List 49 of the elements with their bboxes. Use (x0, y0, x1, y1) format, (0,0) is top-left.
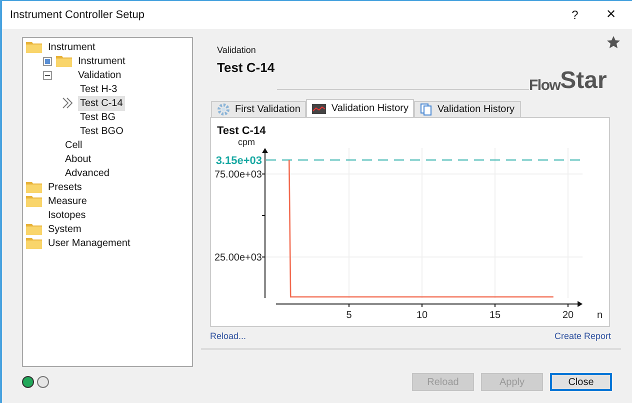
pointer-icon (62, 97, 72, 109)
tree-item[interactable]: Instrument (46, 40, 98, 54)
tree-item[interactable]: Presets (46, 180, 84, 194)
tick-label: 25.00e+03 (214, 252, 262, 264)
folder-icon (26, 223, 42, 235)
axis-label: n (597, 310, 603, 321)
tree-item[interactable]: Validation (76, 68, 124, 82)
close-button[interactable]: × (590, 3, 632, 27)
section-label: Validation (217, 44, 257, 57)
tree-item[interactable]: Measure (46, 194, 89, 208)
tick-label: 5 (346, 310, 352, 321)
help-button[interactable]: ? (560, 6, 590, 24)
tree-item[interactable]: Instrument (76, 54, 128, 68)
axis-label: cpm (238, 137, 256, 147)
chart-icon (312, 104, 326, 114)
tick-label: 75.00e+03 (214, 170, 262, 180)
logo: FlowStar (529, 44, 621, 99)
tree-item[interactable]: User Management (46, 236, 132, 250)
collapse-toggle[interactable] (43, 70, 52, 80)
dialog-button[interactable]: Close (550, 373, 612, 391)
tree-item[interactable]: Cell (63, 138, 84, 152)
folder-icon (26, 195, 42, 207)
reload-link[interactable]: Reload... (210, 330, 246, 344)
create-report-link[interactable]: Create Report (554, 330, 611, 344)
tree-item[interactable]: Test BGO (78, 124, 126, 138)
tree-item[interactable]: Isotopes (46, 208, 88, 222)
folder-icon (26, 237, 42, 249)
tree-item[interactable]: Test BG (78, 110, 118, 124)
folder-icon (56, 55, 72, 67)
tab[interactable]: Validation History (306, 99, 414, 117)
page-title: Test C-14 (217, 58, 276, 76)
tree-item[interactable]: Test H-3 (78, 82, 120, 96)
tree-item[interactable]: Test C-14 (78, 96, 125, 110)
tab[interactable]: First Validation (211, 101, 306, 117)
tick-label: 15 (489, 310, 501, 321)
tab[interactable]: Validation History (414, 101, 521, 117)
gear-icon (217, 103, 230, 116)
folder-icon (26, 41, 42, 53)
folder-icon (26, 181, 42, 193)
tick-label: 20 (562, 310, 574, 321)
tree-item[interactable]: Advanced (63, 166, 112, 180)
reference-label: 3.15e+03 (216, 155, 262, 168)
chart-title: Test C-14 (217, 125, 266, 137)
star-icon (606, 36, 620, 49)
tree-item[interactable]: System (46, 222, 84, 236)
tick-label: 10 (416, 310, 428, 321)
tree-item[interactable]: About (63, 152, 94, 166)
window-title: Instrument Controller Setup (10, 8, 146, 23)
expand-toggle[interactable] (43, 56, 52, 66)
